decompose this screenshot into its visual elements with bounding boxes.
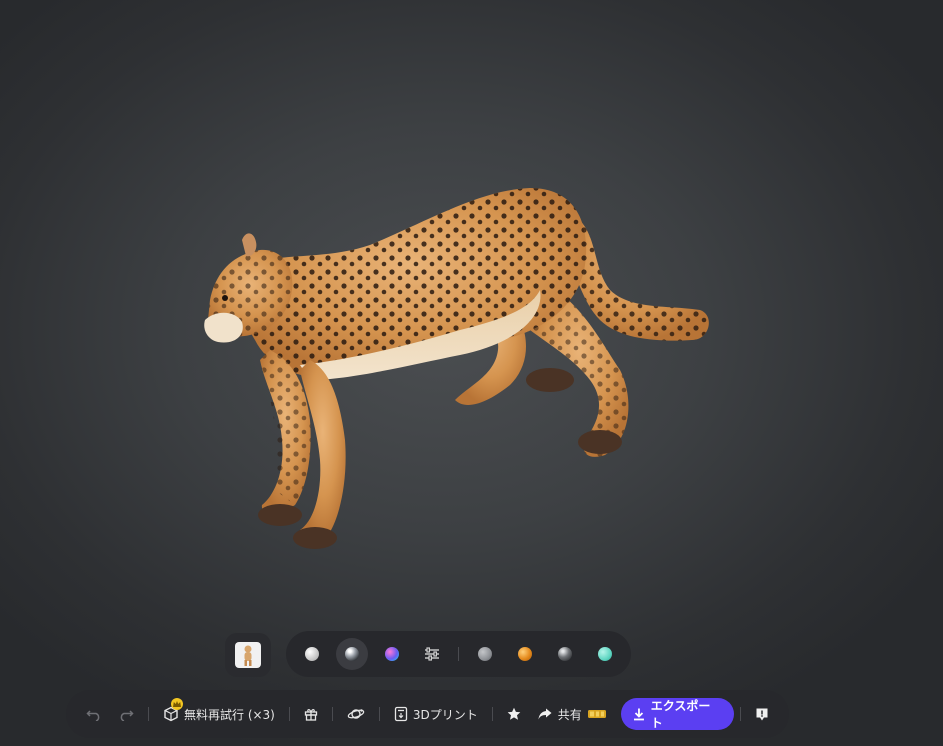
download-icon [633,708,644,720]
sphere-icon [518,647,532,661]
sphere-icon [345,647,359,661]
material-dark-metal[interactable] [549,638,581,670]
share-button[interactable]: 共有 [529,698,615,730]
free-retry-button[interactable]: 無料再試行 (×3) [155,698,283,730]
divider [458,647,459,661]
3d-print-label: 3Dプリント [412,707,478,722]
retry-icon-wrap [163,698,183,722]
star-icon [507,707,521,720]
3d-print-button[interactable]: 3Dプリント [386,698,486,730]
export-label: エクスポート [650,699,711,730]
sphere-icon [558,647,572,661]
sphere-icon [478,647,492,661]
crown-icon [171,698,183,710]
divider [491,707,493,721]
orbit-icon [347,709,365,719]
model-thumbnail-button[interactable] [225,633,271,677]
favorite-button[interactable] [499,698,529,730]
export-button[interactable]: エクスポート [620,698,735,730]
material-matte-white[interactable] [296,638,328,670]
cheetah-model[interactable] [180,170,740,570]
divider [148,707,149,721]
undo-icon [86,710,100,721]
bottom-toolbar: 無料再試行 (×3) 3Dプリント 共有 エクスポート [66,690,789,738]
divider [331,707,333,721]
redo-button[interactable] [110,698,142,730]
material-picker [286,631,631,677]
divider [288,707,290,721]
feedback-button[interactable] [747,698,777,730]
gift-icon [304,709,318,721]
material-adjust-button[interactable] [416,638,448,670]
material-orange[interactable] [509,638,541,670]
divider [378,707,380,721]
coin-badge-icon [587,710,606,718]
gift-button[interactable] [296,698,326,730]
material-gray[interactable] [469,638,501,670]
material-teal[interactable] [589,638,621,670]
sphere-icon [385,647,399,661]
redo-icon [120,710,134,721]
3d-print-icon [394,706,408,722]
sliders-icon [425,647,439,661]
feedback-icon [756,708,768,720]
model-thumbnail-icon [235,642,261,668]
sphere-icon [598,647,612,661]
divider [740,707,742,721]
material-glossy-chrome[interactable] [336,638,368,670]
material-iridescent[interactable] [376,638,408,670]
share-arrow-icon [538,708,552,720]
sphere-icon [305,647,319,661]
free-retry-label: 無料再試行 (×3) [184,707,275,722]
undo-button[interactable] [78,698,110,730]
share-label: 共有 [557,707,582,722]
orbit-button[interactable] [339,698,373,730]
